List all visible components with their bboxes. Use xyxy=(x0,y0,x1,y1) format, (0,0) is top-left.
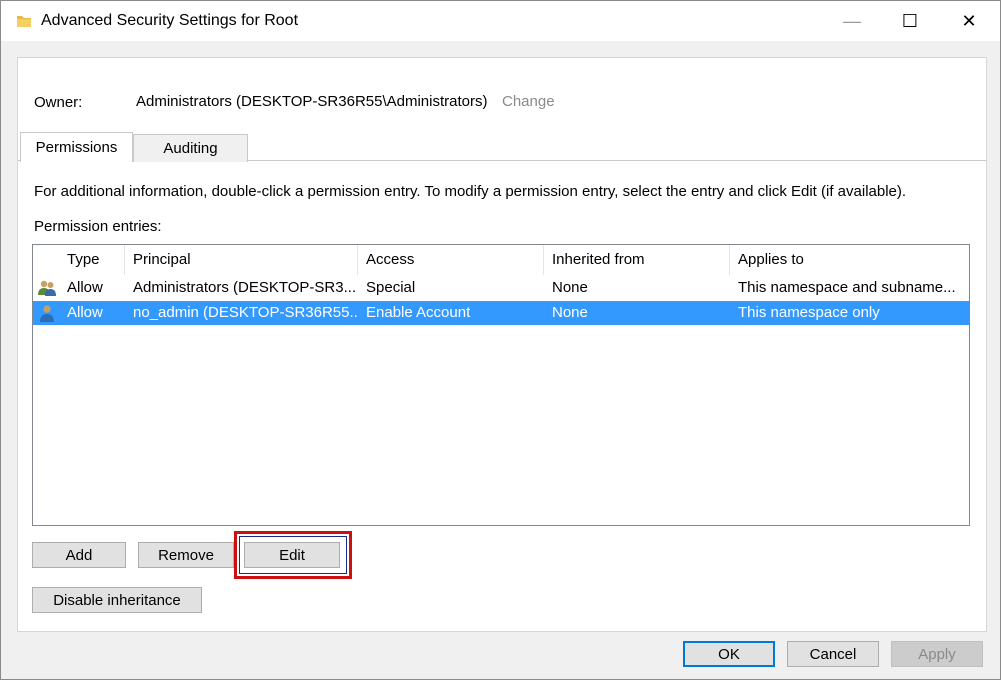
column-header-inherited-from[interactable]: Inherited from xyxy=(544,245,730,275)
user-icon xyxy=(40,305,54,322)
cell-type: Allow xyxy=(67,304,103,321)
change-owner-link[interactable]: Change xyxy=(502,93,555,110)
table-row[interactable]: Allow Administrators (DESKTOP-SR3... Spe… xyxy=(33,276,969,300)
minimize-button[interactable]: — xyxy=(823,1,881,41)
column-header-principal[interactable]: Principal xyxy=(125,245,358,275)
main-panel: Owner: Administrators (DESKTOP-SR36R55\A… xyxy=(17,57,987,632)
window-title: Advanced Security Settings for Root xyxy=(41,12,299,29)
cell-access: Enable Account xyxy=(366,304,471,321)
cancel-button[interactable]: Cancel xyxy=(787,641,879,667)
maximize-button[interactable]: ☐ xyxy=(881,1,939,41)
cell-principal: Administrators (DESKTOP-SR3... xyxy=(133,279,357,296)
column-header-type[interactable]: Type xyxy=(59,245,125,275)
tab-permissions[interactable]: Permissions xyxy=(20,132,133,162)
tab-auditing[interactable]: Auditing xyxy=(133,134,248,162)
cell-type: Allow xyxy=(67,279,103,296)
folder-icon xyxy=(17,16,31,27)
remove-button[interactable]: Remove xyxy=(138,542,234,568)
info-text: For additional information, double-click… xyxy=(34,183,907,200)
add-button[interactable]: Add xyxy=(32,542,126,568)
cell-applies-to: This namespace and subname... xyxy=(738,279,956,296)
minimize-icon: — xyxy=(843,10,861,31)
cell-principal: no_admin (DESKTOP-SR36R55... xyxy=(133,304,358,321)
security-settings-window: Advanced Security Settings for Root — ☐ … xyxy=(0,0,1001,680)
owner-label: Owner: xyxy=(34,94,83,111)
cell-access: Special xyxy=(366,279,416,296)
cell-applies-to: This namespace only xyxy=(738,304,880,321)
list-header: Type Principal Access Inherited from App… xyxy=(33,245,969,275)
permission-entries-label: Permission entries: xyxy=(34,218,162,235)
close-button[interactable]: ✕ xyxy=(940,1,998,41)
cell-inherited-from: None xyxy=(552,279,588,296)
close-icon: ✕ xyxy=(961,10,977,31)
permission-entries-list[interactable]: Type Principal Access Inherited from App… xyxy=(32,244,970,526)
group-users-icon xyxy=(38,280,56,296)
title-bar: Advanced Security Settings for Root — ☐ … xyxy=(1,1,1000,41)
edit-button[interactable]: Edit xyxy=(244,542,340,568)
tab-label: Auditing xyxy=(163,140,218,157)
cell-inherited-from: None xyxy=(552,304,588,321)
disable-inheritance-button[interactable]: Disable inheritance xyxy=(32,587,202,613)
table-row[interactable]: Allow no_admin (DESKTOP-SR36R55... Enabl… xyxy=(33,301,969,325)
maximize-icon: ☐ xyxy=(901,10,919,31)
ok-button[interactable]: OK xyxy=(683,641,775,667)
column-header-access[interactable]: Access xyxy=(358,245,544,275)
owner-value: Administrators (DESKTOP-SR36R55\Administ… xyxy=(136,93,488,110)
apply-button[interactable]: Apply xyxy=(891,641,983,667)
tab-label: Permissions xyxy=(35,139,118,156)
column-header-applies-to[interactable]: Applies to xyxy=(730,245,969,275)
